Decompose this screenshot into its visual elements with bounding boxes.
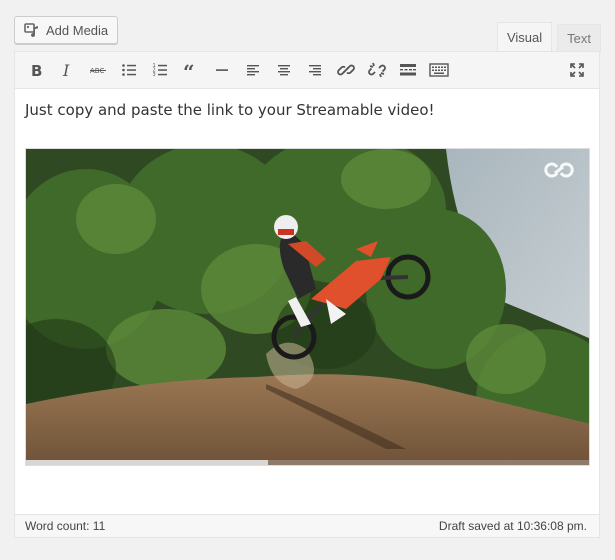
editor-content[interactable]: Just copy and paste the link to your Str… bbox=[15, 89, 599, 515]
numbered-list-button[interactable]: 123 bbox=[145, 55, 175, 85]
editor: B I ABC 123 “ bbox=[14, 51, 600, 538]
bulleted-list-button[interactable] bbox=[114, 55, 144, 85]
editor-tabs: Visual Text bbox=[492, 22, 601, 52]
remove-link-button[interactable] bbox=[362, 55, 392, 85]
body-text: Just copy and paste the link to your Str… bbox=[25, 101, 435, 119]
svg-text:B: B bbox=[31, 62, 42, 78]
svg-text:I: I bbox=[62, 62, 70, 78]
bold-button[interactable]: B bbox=[21, 55, 51, 85]
numbered-list-icon: 123 bbox=[153, 63, 167, 78]
add-media-label: Add Media bbox=[46, 22, 109, 38]
horizontal-line-button[interactable] bbox=[207, 55, 237, 85]
streamable-logo-icon bbox=[543, 161, 575, 179]
align-left-button[interactable] bbox=[238, 55, 268, 85]
align-center-button[interactable] bbox=[269, 55, 299, 85]
read-more-button[interactable] bbox=[393, 55, 423, 85]
align-left-icon bbox=[247, 65, 259, 76]
media-icon bbox=[23, 21, 41, 39]
unlink-icon bbox=[368, 62, 386, 78]
align-right-icon bbox=[309, 65, 321, 76]
video-frame bbox=[26, 149, 589, 465]
keyboard-icon bbox=[429, 63, 449, 77]
strikethrough-button[interactable]: ABC bbox=[83, 55, 113, 85]
word-count: Word count: 11 bbox=[25, 519, 106, 533]
streamable-video-embed[interactable] bbox=[25, 148, 590, 466]
editor-statusbar: Word count: 11 Draft saved at 10:36:08 p… bbox=[15, 514, 599, 537]
tab-visual[interactable]: Visual bbox=[496, 22, 553, 52]
bulleted-list-icon bbox=[122, 64, 136, 76]
horizontal-line-icon bbox=[216, 69, 228, 71]
svg-text:“: “ bbox=[183, 62, 195, 78]
draft-saved-status: Draft saved at 10:36:08 pm. bbox=[438, 519, 587, 533]
align-center-icon bbox=[278, 65, 290, 76]
video-progress-bar[interactable] bbox=[26, 460, 589, 465]
editor-toolbar: B I ABC 123 “ bbox=[15, 52, 599, 89]
video-progress-fill bbox=[26, 460, 269, 465]
link-icon bbox=[337, 64, 355, 76]
align-right-button[interactable] bbox=[300, 55, 330, 85]
blockquote-icon: “ bbox=[183, 62, 195, 78]
add-media-button[interactable]: Add Media bbox=[14, 16, 118, 44]
tab-text[interactable]: Text bbox=[557, 24, 601, 52]
read-more-icon bbox=[400, 64, 416, 76]
fullscreen-button[interactable] bbox=[562, 55, 592, 85]
bold-icon: B bbox=[31, 62, 42, 78]
italic-button[interactable]: I bbox=[52, 55, 82, 85]
blockquote-button[interactable]: “ bbox=[176, 55, 206, 85]
fullscreen-icon bbox=[570, 63, 584, 77]
strikethrough-icon: ABC bbox=[90, 67, 106, 75]
insert-link-button[interactable] bbox=[331, 55, 361, 85]
italic-icon: I bbox=[62, 62, 70, 78]
toolbar-toggle-button[interactable] bbox=[424, 55, 454, 85]
svg-text:3: 3 bbox=[153, 72, 156, 78]
